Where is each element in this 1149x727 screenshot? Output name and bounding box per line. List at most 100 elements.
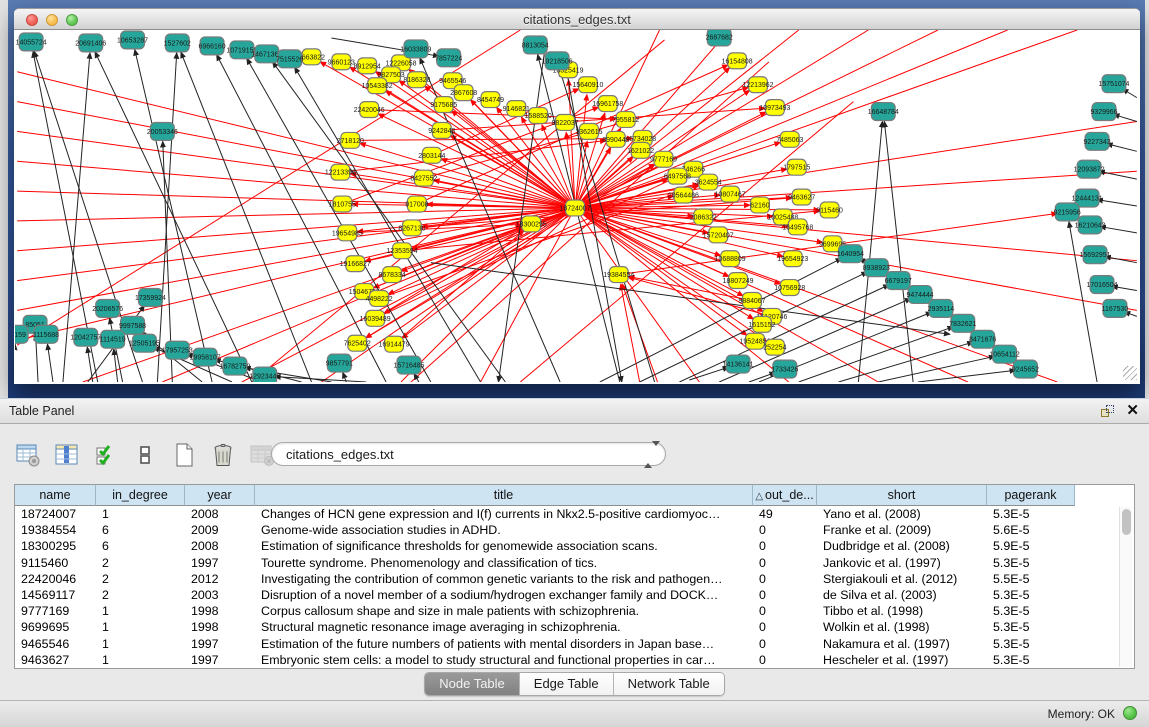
cited-node[interactable]: 20206576 (92, 299, 123, 317)
cited-node[interactable]: 9245652 (1012, 360, 1039, 378)
cited-node[interactable]: 6966160 (199, 37, 226, 55)
delete-icon[interactable] (209, 442, 236, 469)
citing-node[interactable]: 917008 (405, 196, 428, 212)
cited-node[interactable]: 1640954 (837, 245, 864, 263)
network-window-titlebar[interactable]: citations_edges.txt (14, 8, 1140, 30)
cited-node[interactable]: 12505195 (129, 334, 160, 352)
column-header-title[interactable]: title (255, 485, 753, 506)
table-row[interactable]: 2242004622012Investigating the contribut… (15, 571, 1134, 587)
citing-node[interactable]: 16154808 (722, 53, 753, 69)
column-header-short[interactable]: short (817, 485, 987, 506)
table-row[interactable]: 946554611997Estimation of the future num… (15, 636, 1134, 652)
cited-node[interactable]: 1115688 (33, 325, 59, 343)
citing-node[interactable]: 2803144 (418, 147, 445, 163)
tab-network-table[interactable]: Network Table (614, 673, 724, 695)
column-header-out_de[interactable]: △out_de... (753, 485, 817, 506)
tab-edge-table[interactable]: Edge Table (520, 673, 614, 695)
citing-node[interactable]: 19654923 (777, 251, 808, 267)
table-scrollbar[interactable] (1119, 507, 1132, 667)
table-row[interactable]: 946362711997Embryonic stem cells: a mode… (15, 652, 1134, 668)
cited-node[interactable]: 8471676 (969, 330, 996, 348)
table-row[interactable]: 969969511998Structural magnetic resonanc… (15, 619, 1134, 635)
cited-node[interactable]: 17016504 (1087, 276, 1118, 294)
table-row[interactable]: 911546021997Tourette syndrome. Phenomeno… (15, 555, 1134, 571)
table-row[interactable]: 1938455462009Genome-wide association stu… (15, 522, 1134, 538)
citing-node[interactable]: 1362615 (575, 123, 602, 139)
citing-node[interactable]: 9175685 (430, 97, 457, 113)
citing-node[interactable]: 19654985 (332, 225, 363, 241)
table-row[interactable]: 1872400712008Changes of HCN gene express… (15, 506, 1134, 522)
citation-network-graph[interactable]: 1872400796601238912954122260589827503105… (15, 30, 1139, 382)
table-scrollbar-thumb[interactable] (1122, 509, 1131, 535)
cited-node[interactable]: 2935114 (928, 299, 955, 317)
citing-node[interactable]: 9115460 (816, 202, 843, 218)
new-column-icon[interactable] (170, 442, 197, 469)
cited-node[interactable]: 16210643 (1075, 216, 1106, 234)
row-height-icon[interactable] (131, 442, 158, 469)
cited-node[interactable]: 17957253 (162, 341, 193, 359)
column-header-year[interactable]: year (185, 485, 255, 506)
cited-node[interactable]: 6679197 (885, 272, 912, 290)
table-body[interactable]: 1872400712008Changes of HCN gene express… (15, 506, 1134, 668)
cited-node[interactable]: 9857791 (326, 354, 353, 372)
table-row[interactable]: 1830029562008Estimation of significance … (15, 538, 1134, 554)
cited-node[interactable]: 15716485 (393, 356, 424, 374)
cited-node[interactable]: 15751074 (1098, 75, 1129, 93)
cited-node[interactable]: 10653287 (117, 31, 148, 49)
citing-node[interactable]: 16914479 (379, 336, 410, 352)
cited-node[interactable]: 9227343 (1084, 132, 1111, 150)
citing-node[interactable]: 12353594 (387, 243, 418, 259)
column-visibility-icon[interactable] (53, 442, 80, 469)
citing-node[interactable]: 9463627 (788, 189, 815, 205)
cited-node[interactable]: 12042757 (70, 328, 101, 346)
float-panel-icon[interactable] (1101, 405, 1115, 419)
citing-node[interactable]: 8267130 (398, 220, 425, 236)
table-header-row[interactable]: namein_degreeyeartitle△out_de...shortpag… (15, 485, 1134, 506)
cited-node[interactable]: 20053346 (147, 122, 178, 140)
citing-node[interactable]: 19384554 (603, 267, 634, 283)
cited-node[interactable]: 9329966 (1090, 103, 1117, 121)
tab-node-table[interactable]: Node Table (425, 673, 520, 695)
table-row[interactable]: 1456911722003Disruption of a novel membe… (15, 587, 1134, 603)
citing-node[interactable]: 15640910 (572, 77, 603, 93)
cited-node[interactable]: 17359924 (135, 289, 166, 307)
cited-node[interactable]: 1114519 (100, 330, 126, 348)
cited-node[interactable]: 1733426 (771, 360, 798, 378)
citing-node[interactable]: 252254 (763, 339, 786, 355)
cited-node[interactable]: 1527602 (164, 34, 191, 52)
citing-node[interactable]: 16961758 (592, 96, 623, 112)
cited-node[interactable]: 8813054 (522, 36, 549, 54)
cited-node[interactable]: 9215956 (1054, 203, 1081, 221)
select-columns-icon[interactable] (92, 442, 119, 469)
cited-node[interactable]: 39159 (15, 325, 28, 343)
citing-node[interactable]: 8990448 (602, 131, 629, 147)
cited-node[interactable]: 9474444 (907, 286, 934, 304)
column-header-pagerank[interactable]: pagerank (987, 485, 1075, 506)
window-resize-grip-icon[interactable] (1123, 366, 1137, 380)
cited-node[interactable]: 14136141 (723, 355, 754, 373)
cited-node[interactable]: 20691406 (75, 34, 106, 52)
table-row[interactable]: 977716911998Corpus callosum shape and si… (15, 603, 1134, 619)
cited-node[interactable]: 19218506 (542, 52, 573, 70)
table-selector-dropdown[interactable]: citations_edges.txt (271, 442, 666, 466)
cited-node[interactable]: 10654112 (989, 345, 1020, 363)
citing-node[interactable]: 7485063 (776, 131, 803, 147)
cited-node[interactable]: 2687682 (706, 30, 733, 46)
table-options-icon[interactable] (14, 442, 41, 469)
cited-node[interactable]: 14055724 (16, 33, 47, 51)
cited-node[interactable]: 12923446 (249, 367, 280, 382)
citing-node[interactable]: 7955812 (612, 112, 639, 128)
cited-node[interactable]: 16648784 (868, 103, 899, 121)
cited-node[interactable]: 8938923 (863, 259, 890, 277)
memory-status-icon[interactable] (1123, 706, 1137, 720)
cited-node[interactable]: 19958107 (190, 348, 221, 366)
cited-node[interactable]: 16782759 (219, 357, 250, 375)
cited-node[interactable]: 16033809 (400, 40, 431, 58)
cited-node[interactable]: 7515526 (276, 50, 303, 68)
citing-node[interactable]: 8454749 (477, 92, 504, 108)
network-canvas[interactable]: 1872400796601238912954122260589827503105… (15, 30, 1139, 382)
citing-node[interactable]: 62160 (750, 197, 769, 213)
cited-node[interactable]: 15692951 (1080, 246, 1111, 264)
cited-node[interactable]: 1167530 (1102, 299, 1129, 317)
column-header-in_degree[interactable]: in_degree (96, 485, 185, 506)
